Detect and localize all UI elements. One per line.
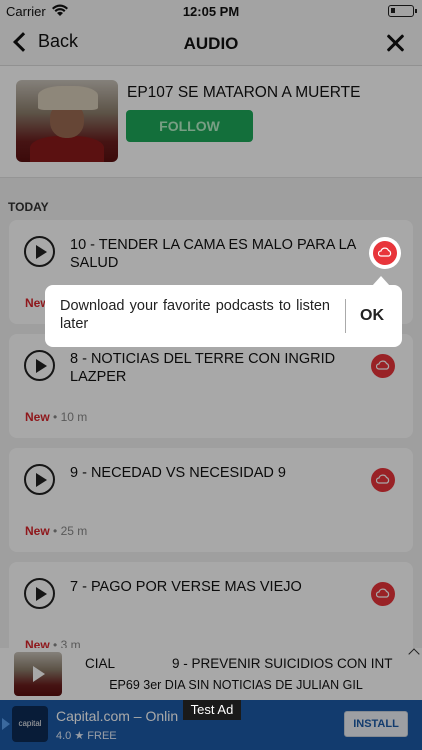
divider: [345, 299, 346, 333]
tooltip-arrow: [372, 276, 390, 286]
download-icon: [373, 241, 397, 265]
test-ad-label: Test Ad: [183, 700, 241, 720]
dim-overlay[interactable]: [0, 0, 422, 750]
ok-button[interactable]: OK: [360, 307, 384, 325]
highlighted-download-button[interactable]: [369, 237, 401, 269]
tooltip: Download your favorite podcasts to liste…: [45, 276, 402, 347]
ad-test-label-layer: Test Ad: [0, 700, 422, 750]
tooltip-message: Download your favorite podcasts to liste…: [60, 298, 330, 332]
